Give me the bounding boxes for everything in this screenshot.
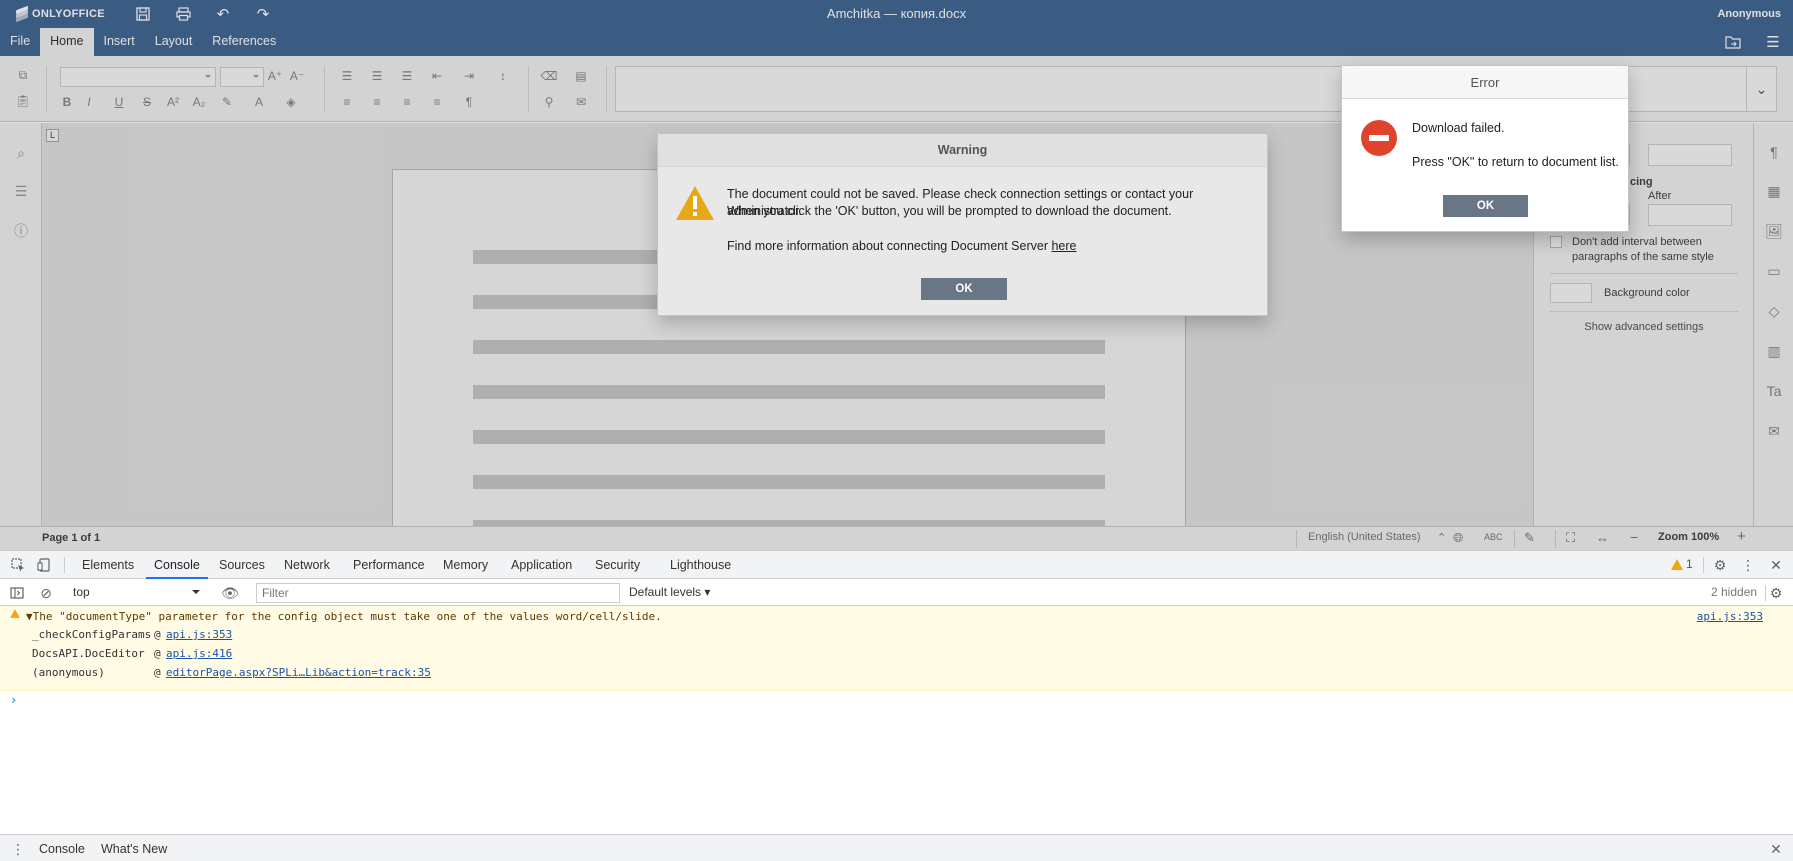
hidden-messages-count: 2 hidden [1711, 585, 1758, 599]
devtools-drawer: ⋮ Console What's New ✕ [0, 834, 1793, 861]
warning-count: 1 [1686, 557, 1693, 571]
error-ok-button[interactable]: OK [1443, 195, 1528, 217]
warning-line-3-text: Find more information about connecting D… [727, 239, 1052, 253]
devtools-panel: Elements Console Sources Network Perform… [0, 550, 1793, 861]
warnings-badge[interactable]: 1 [1671, 557, 1693, 571]
devtools-tab-performance[interactable]: Performance [353, 551, 425, 579]
drawer-tab-whats-new[interactable]: What's New [101, 835, 167, 861]
eye-icon[interactable]: 👁︎ [220, 583, 240, 603]
log-levels-label: Default levels [629, 585, 702, 599]
close-icon[interactable]: ✕ [1766, 555, 1786, 575]
drawer-tab-console[interactable]: Console [39, 835, 85, 861]
log-levels-dropdown[interactable]: Default levels ▾ [629, 585, 710, 599]
console-settings-gear-icon[interactable]: ⚙ [1766, 583, 1786, 603]
stack-frame-link[interactable]: api.js:353 [166, 628, 232, 641]
devtools-tab-elements[interactable]: Elements [82, 551, 134, 579]
error-icon [1361, 120, 1397, 156]
stack-frame-link[interactable]: editorPage.aspx?SPLi…Lib&action=track:35 [166, 666, 431, 679]
warning-dialog: Warning The document could not be saved.… [657, 133, 1268, 316]
drawer-menu-icon[interactable]: ⋮ [8, 839, 28, 859]
devtools-tabbar: Elements Console Sources Network Perform… [0, 551, 1793, 579]
more-options-icon[interactable]: ⋮ [1738, 555, 1758, 575]
devtools-tab-application[interactable]: Application [511, 551, 572, 579]
devtools-tab-memory[interactable]: Memory [443, 551, 488, 579]
gear-icon[interactable]: ⚙ [1710, 555, 1730, 575]
clear-console-icon[interactable]: ⊘ [36, 583, 56, 603]
devtools-tab-console[interactable]: Console [146, 551, 208, 579]
devtools-tab-network[interactable]: Network [284, 551, 330, 579]
stack-frame-fn: _checkConfigParams [32, 628, 152, 641]
warning-line-2: When you click the 'OK' button, you will… [727, 204, 1172, 218]
error-dialog: Error Download failed. Press "OK" to ret… [1341, 65, 1629, 232]
inspect-element-icon[interactable] [8, 555, 28, 575]
error-message: Download failed. [1412, 121, 1505, 135]
warning-dialog-title: Warning [658, 134, 1267, 167]
warning-triangle-icon [1671, 558, 1683, 570]
error-hint: Press "OK" to return to document list. [1412, 155, 1619, 169]
warning-source-link[interactable]: api.js:353 [1697, 610, 1763, 623]
error-dialog-title: Error [1342, 66, 1628, 99]
console-filter-bar: ⊘ top 👁︎ Default levels ▾ 2 hidden ⚙ [0, 579, 1793, 606]
drawer-close-icon[interactable]: ✕ [1766, 839, 1786, 859]
warning-line-3: Find more information about connecting D… [727, 238, 1077, 255]
warning-ok-button[interactable]: OK [921, 278, 1007, 300]
stack-frame-fn: (anonymous) [32, 666, 105, 679]
devtools-tab-lighthouse[interactable]: Lighthouse [670, 551, 731, 579]
here-link[interactable]: here [1051, 239, 1076, 253]
device-toolbar-icon[interactable] [34, 555, 54, 575]
warning-icon [10, 609, 20, 618]
console-prompt[interactable]: › [10, 693, 17, 707]
context-selector[interactable]: top [68, 583, 206, 602]
devtools-tab-security[interactable]: Security [595, 551, 640, 579]
stack-frame-link[interactable]: api.js:416 [166, 647, 232, 660]
devtools-tab-sources[interactable]: Sources [219, 551, 265, 579]
warning-icon [676, 186, 714, 220]
show-sidebar-icon[interactable] [7, 583, 27, 603]
console-filter-input[interactable] [256, 583, 620, 603]
warning-text[interactable]: ▼The "documentType" parameter for the co… [26, 610, 662, 623]
console-warning-message: ▼The "documentType" parameter for the co… [0, 606, 1793, 691]
stack-frame-fn: DocsAPI.DocEditor [32, 647, 145, 660]
